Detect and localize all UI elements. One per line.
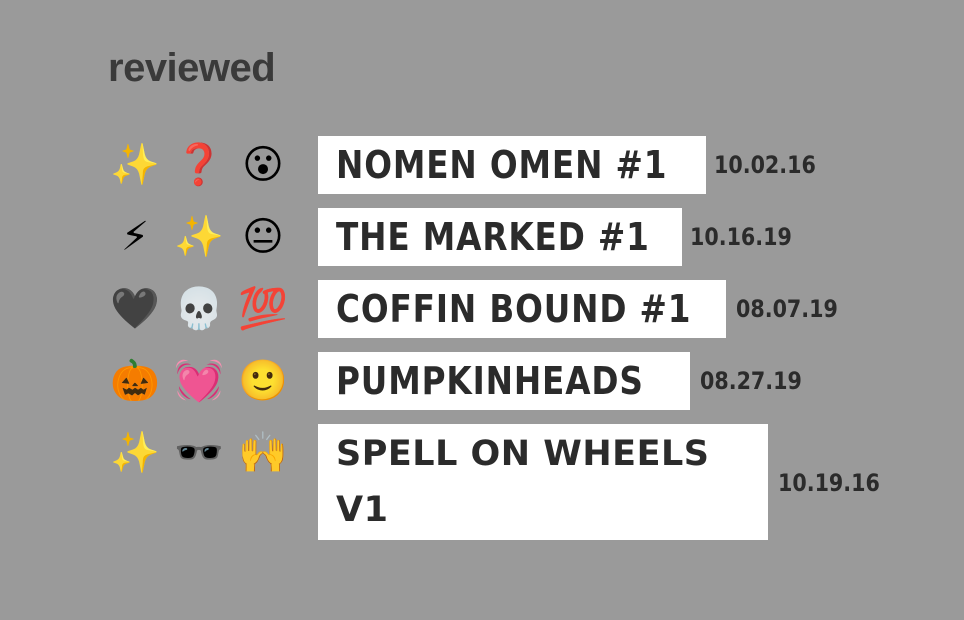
emoji-group: 🖤 💀 💯 xyxy=(108,280,298,338)
sunglasses-icon: 🕶️ xyxy=(174,430,224,476)
beating-heart-icon: 💓 xyxy=(174,358,224,404)
slightly-smiling-face-icon: 🙂 xyxy=(238,358,288,404)
item-title[interactable]: COFFIN BOUND #1 xyxy=(336,280,691,338)
raising-hands-icon: 🙌 xyxy=(238,430,288,476)
lightning-icon: ⚡ xyxy=(120,214,150,260)
emoji-group: 🎃 💓 🙂 xyxy=(108,352,298,410)
title-box[interactable]: SPELL ON WHEELS V1 xyxy=(318,424,768,540)
jack-o-lantern-icon: 🎃 xyxy=(110,358,160,404)
title-box[interactable]: COFFIN BOUND #1 xyxy=(318,280,726,338)
emoji-group: ⚡ ✨ 😐 xyxy=(108,208,298,266)
item-date: 10.16.19 xyxy=(690,223,792,251)
title-box[interactable]: PUMPKINHEADS xyxy=(318,352,690,410)
item-title[interactable]: NOMEN OMEN #1 xyxy=(336,136,667,194)
skull-icon: 💀 xyxy=(174,286,224,332)
hundred-points-icon: 💯 xyxy=(238,286,288,332)
item-title[interactable]: SPELL ON WHEELS V1 xyxy=(336,426,736,538)
title-box[interactable]: NOMEN OMEN #1 xyxy=(318,136,706,194)
item-date: 08.27.19 xyxy=(700,367,802,395)
emoji-group: ✨ 🕶️ 🙌 xyxy=(108,424,298,482)
title-box[interactable]: THE MARKED #1 xyxy=(318,208,682,266)
reviewed-list: ✨ ❓ 😮 NOMEN OMEN #1 10.02.16 ⚡ ✨ 😐 THE M… xyxy=(0,0,964,620)
sparkles-icon: ✨ xyxy=(110,142,160,188)
item-date: 08.07.19 xyxy=(736,295,838,323)
item-date: 10.02.16 xyxy=(714,151,816,179)
surprised-face-icon: 😮 xyxy=(242,142,284,188)
item-title[interactable]: PUMPKINHEADS xyxy=(336,352,643,410)
sparkles-icon: ✨ xyxy=(174,214,224,260)
neutral-face-icon: 😐 xyxy=(242,214,284,260)
question-mark-icon: ❓ xyxy=(174,142,224,188)
emoji-group: ✨ ❓ 😮 xyxy=(108,136,298,194)
sparkles-icon: ✨ xyxy=(110,430,160,476)
item-date: 10.19.16 xyxy=(778,469,880,497)
item-title[interactable]: THE MARKED #1 xyxy=(336,208,649,266)
black-heart-icon: 🖤 xyxy=(110,286,160,332)
